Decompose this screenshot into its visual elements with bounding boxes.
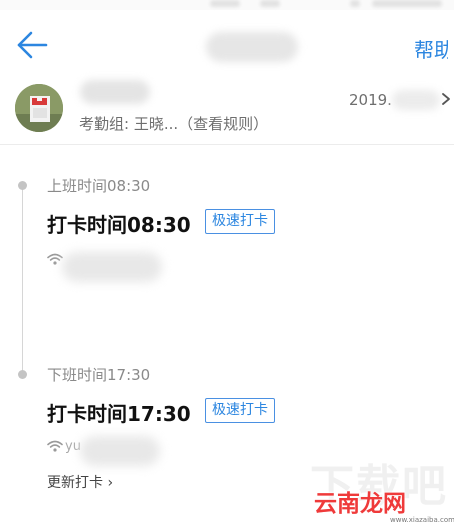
timeline-dot	[18, 370, 27, 379]
timeline-dot	[18, 181, 27, 190]
update-punch-link[interactable]: 更新打卡 ›	[47, 472, 113, 492]
status-blur	[372, 0, 442, 7]
record-date[interactable]: 2019.	[349, 91, 392, 109]
attendance-group: 考勤组: 王晓...（查看规则）	[79, 113, 268, 134]
watermark-url: www.xiazaiba.com	[390, 516, 454, 524]
wifi-network-name: yu	[65, 439, 81, 454]
divider	[0, 144, 454, 145]
fast-punch-tag: 极速打卡	[205, 209, 275, 234]
back-arrow-icon[interactable]	[14, 30, 50, 60]
fast-punch-tag: 极速打卡	[205, 398, 275, 423]
chevron-right-icon[interactable]	[440, 92, 452, 106]
nav-header: 帮助	[0, 10, 454, 76]
page-title-redacted	[206, 32, 298, 62]
wifi-icon	[47, 440, 63, 452]
status-blur	[350, 0, 360, 7]
checkin-schedule: 上班时间08:30	[47, 177, 151, 195]
wifi-name-redacted	[62, 252, 162, 282]
wifi-icon	[47, 253, 63, 265]
avatar[interactable]	[15, 84, 63, 132]
checkout-schedule: 下班时间17:30	[47, 366, 151, 384]
status-bar	[0, 0, 454, 10]
checkin-punch-time: 打卡时间08:30	[47, 213, 191, 237]
timeline-line	[22, 186, 23, 376]
checkout-punch-time: 打卡时间17:30	[47, 402, 191, 426]
user-name-redacted	[80, 80, 150, 104]
attendance-group-label: 考勤组: 王晓...	[79, 115, 179, 133]
wifi-name-redacted	[80, 436, 160, 466]
date-redacted	[392, 90, 440, 110]
status-blur	[210, 0, 240, 7]
status-blur	[260, 0, 280, 7]
view-rules-link[interactable]: （查看规则）	[178, 115, 268, 133]
profile-row: 考勤组: 王晓...（查看规则） 2019.	[0, 76, 454, 142]
